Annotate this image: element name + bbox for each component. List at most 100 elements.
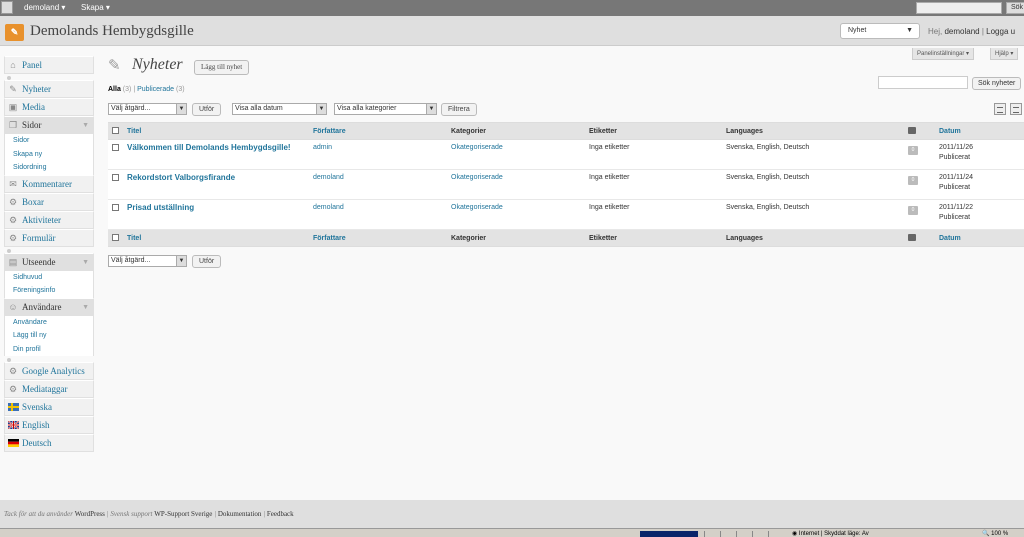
menu-svenska[interactable]: Svenska — [4, 398, 94, 416]
column-date[interactable]: Datum — [939, 229, 1024, 247]
submenu-item-foreningsinfo[interactable]: Föreningsinfo — [5, 284, 93, 298]
post-title-link[interactable]: Välkommen till Demolands Hembygdsgille! — [127, 139, 313, 170]
submenu-item-anvandare[interactable]: Användare — [5, 316, 93, 330]
post-author-link[interactable]: demoland — [313, 169, 451, 200]
post-title-link[interactable]: Rekordstort Valborgsfirande — [127, 169, 313, 200]
category-filter-select[interactable]: Visa alla kategorier ▼ — [334, 103, 437, 115]
swedish-flag-icon — [8, 403, 19, 411]
menu-english[interactable]: English — [4, 416, 94, 434]
logout-link[interactable]: Logga u — [986, 27, 1015, 36]
security-zone[interactable]: ◉ Internet | Skyddat läge: Av — [792, 530, 869, 537]
apply-button-bottom[interactable]: Utför — [192, 255, 222, 268]
submenu-sidor: Sidor Skapa ny Sidordning — [4, 134, 94, 175]
menu-anvandare[interactable]: ☺ Användare ▼ — [4, 297, 94, 316]
select-all-checkbox[interactable] — [112, 126, 119, 134]
post-author-link[interactable]: admin — [313, 139, 451, 170]
post-tags: Inga etiketter — [589, 199, 726, 230]
menu-utseende[interactable]: ▤ Utseende ▼ — [4, 252, 94, 271]
select-all-checkbox[interactable] — [112, 233, 119, 241]
menu-aktiviteter[interactable]: ⚙ Aktiviteter — [4, 210, 94, 229]
adminbar-search-input[interactable] — [916, 2, 1002, 14]
column-comments[interactable] — [908, 122, 939, 140]
column-title[interactable]: Titel — [127, 229, 313, 247]
row-checkbox[interactable] — [112, 204, 119, 211]
gear-icon: ⚙ — [8, 196, 18, 207]
submenu-item-sidor[interactable]: Sidor — [5, 134, 93, 148]
site-title[interactable]: Demolands Hembygdsgille — [30, 23, 194, 40]
date-filter-select[interactable]: Visa alla datum ▼ — [232, 103, 327, 115]
menu-media[interactable]: ▣ Media — [4, 98, 94, 116]
filter-published-link[interactable]: Publicerade — [137, 86, 174, 93]
submenu-item-lagg-till-ny[interactable]: Lägg till ny — [5, 329, 93, 343]
filter-button[interactable]: Filtrera — [441, 103, 477, 116]
dashboard-icon: ⌂ — [10, 60, 16, 70]
menu-formular[interactable]: ⚙ Formulär — [4, 228, 94, 247]
post-tags: Inga etiketter — [589, 139, 726, 170]
pushpin-icon: ✎ — [9, 84, 17, 94]
table-row: Rekordstort Valborgsfirande demoland Oka… — [108, 169, 1024, 200]
menu-panel[interactable]: ⌂ Panel — [4, 56, 94, 74]
column-author[interactable]: Författare — [313, 229, 451, 247]
create-menu[interactable]: Skapa ▾ — [81, 3, 110, 12]
row-checkbox[interactable] — [112, 174, 119, 181]
post-author-link[interactable]: demoland — [313, 199, 451, 230]
comment-bubble-icon — [908, 233, 916, 241]
bulk-action-select[interactable]: Välj åtgärd... ▼ — [108, 103, 187, 115]
chevron-down-icon: ▼ — [426, 104, 436, 114]
gear-icon: ⚙ — [8, 214, 18, 225]
profile-link[interactable]: demoland — [944, 27, 979, 36]
search-posts-button[interactable]: Sök nyheter — [972, 77, 1022, 90]
row-checkbox-cell — [108, 169, 127, 200]
submenu-item-din-profil[interactable]: Din profil — [5, 343, 93, 357]
expand-icon[interactable]: ▼ — [82, 254, 89, 270]
column-comments[interactable] — [908, 229, 939, 247]
post-category-link[interactable]: Okategoriserade — [451, 169, 589, 200]
expand-icon[interactable]: ▼ — [82, 299, 89, 315]
help-tab[interactable]: Hjälp ▾ — [990, 48, 1019, 60]
documentation-link[interactable]: Dokumentation — [218, 510, 262, 518]
media-icon: ▣ — [8, 102, 18, 112]
status-slot — [704, 531, 716, 537]
comment-count-badge[interactable]: 0 — [908, 206, 918, 215]
list-view-icon[interactable] — [994, 103, 1006, 115]
feedback-link[interactable]: Feedback — [267, 510, 294, 518]
menu-boxar[interactable]: ⚙ Boxar — [4, 192, 94, 211]
submenu-item-sidhuvud[interactable]: Sidhuvud — [5, 271, 93, 285]
row-checkbox[interactable] — [112, 144, 119, 151]
column-author[interactable]: Författare — [313, 122, 451, 140]
column-title[interactable]: Titel — [127, 122, 313, 140]
submenu-item-sidordning[interactable]: Sidordning — [5, 161, 93, 175]
search-input[interactable] — [878, 76, 968, 89]
expand-icon[interactable]: ▼ — [82, 117, 89, 133]
menu-google-analytics[interactable]: ⚙ Google Analytics — [4, 362, 94, 380]
zoom-level[interactable]: 🔍 100 % — [982, 530, 1008, 537]
menu-sidor[interactable]: ❐ Sidor ▼ — [4, 116, 94, 134]
apply-button[interactable]: Utför — [192, 103, 222, 116]
comment-count-badge[interactable]: 0 — [908, 176, 918, 185]
bulk-action-select-bottom[interactable]: Välj åtgärd... ▼ — [108, 255, 187, 267]
column-date[interactable]: Datum — [939, 122, 1024, 140]
submenu-item-skapa-ny[interactable]: Skapa ny — [5, 148, 93, 162]
wordpress-link[interactable]: WordPress — [75, 510, 105, 518]
favorite-actions-select[interactable]: Nyhet ▼ — [840, 23, 920, 39]
post-title-link[interactable]: Prisad utställning — [127, 199, 313, 230]
menu-deutsch[interactable]: Deutsch — [4, 434, 94, 452]
column-tags: Etiketter — [589, 122, 726, 140]
adminbar-search-button[interactable]: Sök — [1006, 2, 1024, 14]
comment-count-badge[interactable]: 0 — [908, 146, 918, 155]
user-avatar-icon[interactable] — [1, 1, 13, 14]
row-checkbox-cell — [108, 199, 127, 230]
post-category-link[interactable]: Okategoriserade — [451, 139, 589, 170]
excerpt-view-icon[interactable] — [1010, 103, 1022, 115]
post-category-link[interactable]: Okategoriserade — [451, 199, 589, 230]
menu-mediataggar[interactable]: ⚙ Mediataggar — [4, 380, 94, 398]
add-new-button[interactable]: Lägg till nyhet — [194, 60, 250, 75]
site-menu[interactable]: demoland ▾ — [24, 3, 65, 12]
menu-kommentarer[interactable]: ✉ Kommentarer — [4, 174, 94, 193]
filter-all-link[interactable]: Alla — [108, 86, 121, 93]
post-tags: Inga etiketter — [589, 169, 726, 200]
support-link[interactable]: WP-Support Sverige — [154, 510, 212, 518]
menu-nyheter[interactable]: ✎ Nyheter — [4, 80, 94, 98]
user-greeting: Hej, demoland | Logga u — [928, 27, 1016, 36]
screen-options-tab[interactable]: Panelinställningar ▾ — [912, 48, 975, 60]
